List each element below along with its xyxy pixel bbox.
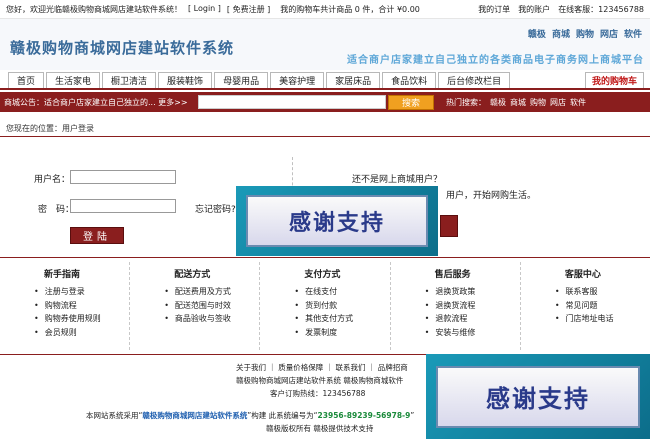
watermark-banner: 感谢支持 xyxy=(236,186,438,256)
help-section: 新手指南 注册与登录 购物流程 购物券使用规则 会员规则 配送方式 配送费用及方… xyxy=(0,262,650,350)
welcome-text: 您好，欢迎光临赣极购物商城网店建站软件系统！ xyxy=(6,4,182,14)
nav-tab-apparel[interactable]: 服装鞋饰 xyxy=(158,72,213,88)
hot-search-term[interactable]: 软件 xyxy=(570,97,586,108)
hot-search-term[interactable]: 购物 xyxy=(530,97,546,108)
online-service-link[interactable]: 在线客服：123456788 xyxy=(558,4,644,15)
help-column: 售后服务 退换货政策 退换货流程 退款流程 安装与维修 xyxy=(391,262,521,350)
site-slogan: 适合商户店家建立自己独立的各类商品电子商务网上商城平台 xyxy=(347,55,644,66)
footer-system-line: 本网站系统采用“赣极购物商城网店建站软件系统”构建 此系统编号为“23956-8… xyxy=(86,410,414,421)
help-link[interactable]: 在线支付 xyxy=(294,285,389,299)
nav-tab-home[interactable]: 首页 xyxy=(8,72,45,88)
footer-text: 本网站系统采用“ xyxy=(86,411,143,420)
help-link[interactable]: 常见问题 xyxy=(555,299,650,313)
help-column: 新手指南 注册与登录 购物流程 购物券使用规则 会员规则 xyxy=(0,262,131,350)
top-bar: 您好，欢迎光临赣极购物商城网店建站软件系统！ [ Login ] [ 免费注册 … xyxy=(0,0,650,18)
watermark-text: 感谢支持 xyxy=(436,365,640,428)
help-link[interactable]: 购物流程 xyxy=(34,299,129,313)
hot-search-term[interactable]: 网店 xyxy=(550,97,566,108)
footer-text: ” xyxy=(410,411,415,420)
hot-search-term[interactable]: 商城 xyxy=(510,97,526,108)
nav-tab-food[interactable]: 食品饮料 xyxy=(382,72,437,88)
footer-copyright: 赣极版权所有 赣极提供技术支持 xyxy=(266,424,374,433)
header-tag[interactable]: 商城 xyxy=(552,27,570,40)
login-link[interactable]: [ Login ] xyxy=(188,4,221,15)
login-button[interactable]: 登陆 xyxy=(70,227,124,244)
watermark-banner: 感谢支持 xyxy=(426,354,650,439)
hot-search-label: 热门搜索： xyxy=(446,97,486,107)
help-link[interactable]: 其他支付方式 xyxy=(294,312,389,326)
forgot-password-link[interactable]: 忘记密码? xyxy=(195,202,236,215)
divider xyxy=(0,257,650,258)
footer-system-link[interactable]: 赣极购物商城网店建站软件系统 xyxy=(142,411,247,420)
username-input[interactable] xyxy=(70,170,176,184)
register-promo-text: 用户，开始网购生活。 xyxy=(446,191,537,201)
help-link[interactable]: 门店地址电话 xyxy=(555,312,650,326)
password-input[interactable] xyxy=(70,199,176,213)
help-column-title: 支付方式 xyxy=(304,270,341,280)
nav-tab-beauty[interactable]: 美容护理 xyxy=(270,72,325,88)
help-link[interactable]: 注册与登录 xyxy=(34,285,129,299)
site-logo[interactable]: 赣极购物商城网店建站软件系统 xyxy=(10,37,234,58)
help-column: 配送方式 配送费用及方式 配送范围与时效 商品验收与签收 xyxy=(130,262,261,350)
help-link[interactable]: 配送范围与时效 xyxy=(164,299,259,313)
help-column-title: 客服中心 xyxy=(564,270,601,280)
breadcrumb: 您现在的位置：用户登录 xyxy=(6,124,94,133)
help-column-title: 售后服务 xyxy=(434,270,471,280)
help-link[interactable]: 商品验收与签收 xyxy=(164,312,259,326)
notice-bar: 商城公告：适合商户店家建立自己独立的... 更多>> 搜索 热门搜索： 赣极 商… xyxy=(0,92,650,112)
nav-tab-kitchen[interactable]: 橱卫清洁 xyxy=(102,72,157,88)
hot-search: 热门搜索： 赣极 商城 购物 网店 软件 xyxy=(446,97,586,108)
help-link[interactable]: 购物券使用规则 xyxy=(34,312,129,326)
help-link[interactable]: 退款流程 xyxy=(425,312,520,326)
nav-cart-button[interactable]: 我的购物车 xyxy=(584,72,644,88)
not-user-text: 还不是网上商城用户？ xyxy=(352,175,443,185)
help-column: 客服中心 联系客服 常见问题 门店地址电话 xyxy=(521,262,650,350)
header-tag[interactable]: 软件 xyxy=(624,27,642,40)
nav-tab-appliances[interactable]: 生活家电 xyxy=(46,72,101,88)
register-button[interactable] xyxy=(440,215,458,237)
search-input[interactable] xyxy=(198,95,386,109)
help-link[interactable]: 联系客服 xyxy=(555,285,650,299)
help-link[interactable]: 退换货流程 xyxy=(425,299,520,313)
password-label: 密 码： xyxy=(38,205,75,215)
register-link[interactable]: [ 免费注册 ] xyxy=(227,4,270,15)
help-link[interactable]: 货到付款 xyxy=(294,299,389,313)
nav-tab-admin[interactable]: 后台修改栏目 xyxy=(438,72,511,88)
watermark-text: 感谢支持 xyxy=(246,195,428,247)
my-account-link[interactable]: 我的账户 xyxy=(518,4,550,15)
username-label: 用户名： xyxy=(34,175,71,185)
notice-text[interactable]: 商城公告：适合商户店家建立自己独立的... 更多>> xyxy=(4,97,194,108)
help-column: 支付方式 在线支付 货到付款 其他支付方式 发票制度 xyxy=(260,262,391,350)
footer-system-code: 23956-89239-56978-9 xyxy=(317,411,411,420)
header-tag[interactable]: 赣极 xyxy=(528,27,546,40)
header-tag[interactable]: 网店 xyxy=(600,27,618,40)
help-column-title: 新手指南 xyxy=(44,270,81,280)
nav-tab-baby[interactable]: 母婴用品 xyxy=(214,72,269,88)
footer-links[interactable]: 关于我们 ｜ 质量价格保障 ｜ 联系我们 ｜ 品牌招商 xyxy=(236,362,408,373)
help-link[interactable]: 配送费用及方式 xyxy=(164,285,259,299)
my-orders-link[interactable]: 我的订单 xyxy=(478,4,510,15)
main-nav: 首页 生活家电 橱卫清洁 服装鞋饰 母婴用品 美容护理 家居床品 食品饮料 后台… xyxy=(0,70,650,90)
site-header: 赣极购物商城网店建站软件系统 赣极 商城 购物 网店 软件 适合商户店家建立自己… xyxy=(0,18,650,70)
footer-text: ”构建 此系统编号为“ xyxy=(247,411,318,420)
search-button[interactable]: 搜索 xyxy=(388,94,434,110)
footer-line: 赣极购物商城网店建站软件系统 赣极购物商城软件 xyxy=(236,376,404,385)
help-link[interactable]: 安装与维修 xyxy=(425,326,520,340)
nav-tab-home-textile[interactable]: 家居床品 xyxy=(326,72,381,88)
header-tag[interactable]: 购物 xyxy=(576,27,594,40)
header-tags: 赣极 商城 购物 网店 软件 xyxy=(528,27,642,40)
footer-hotline: 客户订购热线：123456788 xyxy=(270,389,366,398)
cart-summary[interactable]: 我的购物车共计商品 0 件，合计 ¥0.00 xyxy=(280,4,420,15)
hot-search-term[interactable]: 赣极 xyxy=(490,97,506,108)
help-link[interactable]: 发票制度 xyxy=(294,326,389,340)
help-link[interactable]: 退换货政策 xyxy=(425,285,520,299)
help-column-title: 配送方式 xyxy=(174,270,211,280)
help-link[interactable]: 会员规则 xyxy=(34,326,129,340)
